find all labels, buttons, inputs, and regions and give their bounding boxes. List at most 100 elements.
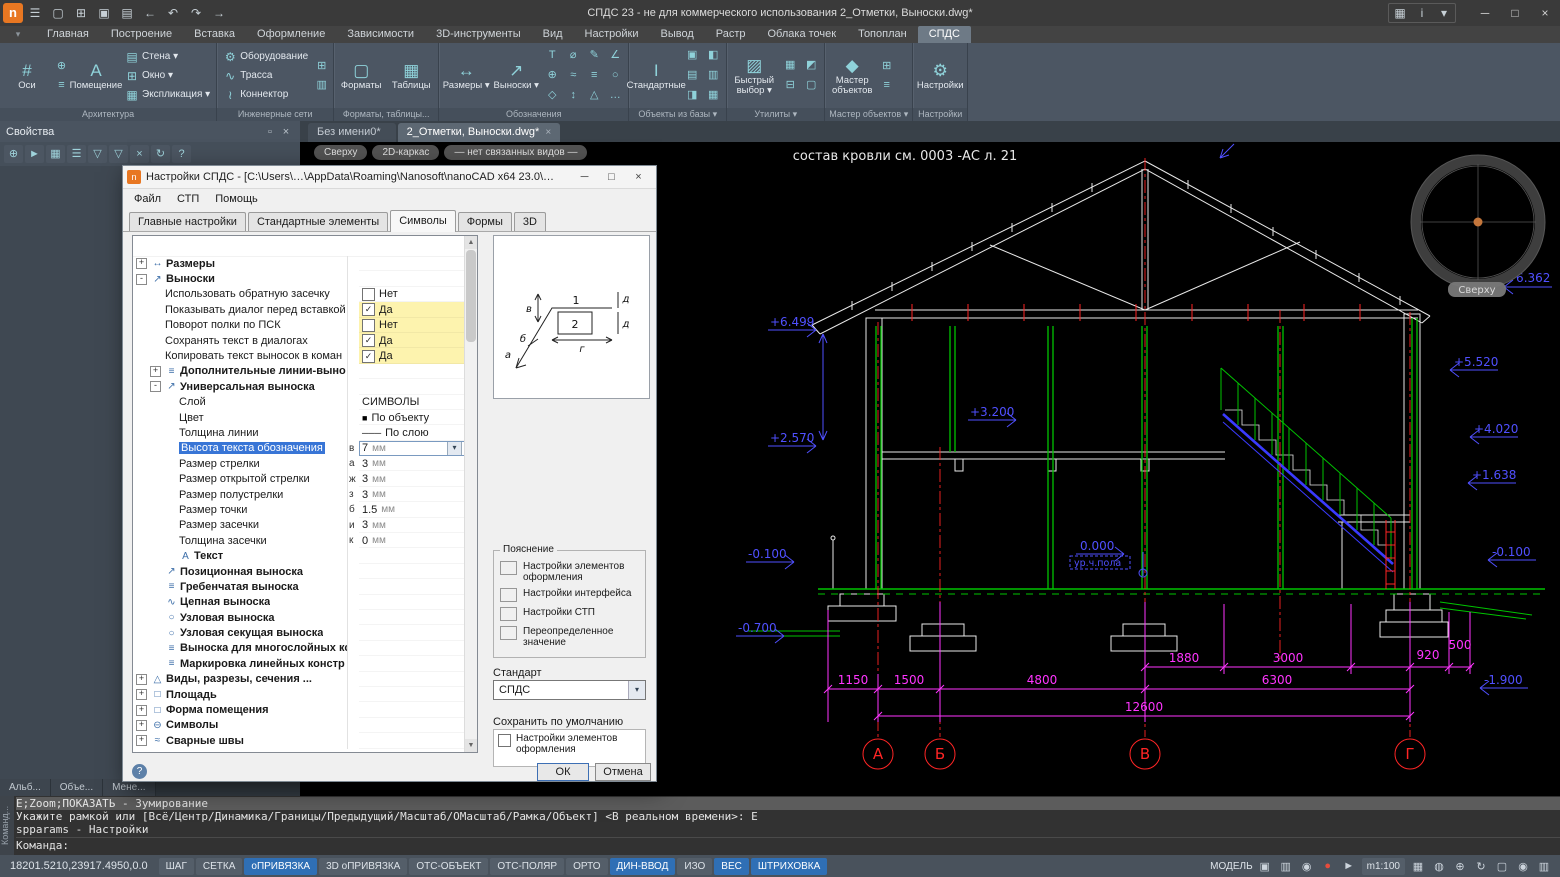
status-toggle-button[interactable]: ОТС-ОБЪЕКТ bbox=[409, 858, 488, 875]
command-line-panel[interactable]: Команд... Е;Zoom;ПОКАЗАТЬ - ЗумированиеУ… bbox=[0, 796, 1560, 855]
status-icon[interactable]: ▢ bbox=[1494, 860, 1510, 873]
settings-row[interactable]: Размер открытой стрелки ж 3 мм ▾ bbox=[133, 471, 465, 486]
status-icon[interactable]: ↻ bbox=[1473, 860, 1489, 873]
titlebar-tool-icon[interactable]: ▾ bbox=[1433, 4, 1455, 22]
command-prompt[interactable]: Команда: bbox=[16, 837, 1560, 853]
annotation-tool-icon[interactable]: … bbox=[605, 86, 625, 105]
value-cell[interactable]: ▾ bbox=[359, 672, 465, 687]
arch-mini-icon[interactable]: ⊕ bbox=[53, 58, 70, 75]
value-cell[interactable]: ▾ bbox=[359, 564, 465, 579]
tree-scrollbar[interactable]: ▲ ▼ bbox=[464, 236, 477, 752]
leaders-button[interactable]: ↗ Выноски ▾ bbox=[492, 45, 540, 106]
value-cell[interactable]: ▾ bbox=[359, 625, 465, 640]
master-mini-icon[interactable]: ≡ bbox=[878, 77, 895, 94]
panel-close-icon[interactable]: × bbox=[278, 126, 294, 138]
ribbon-tab[interactable]: Настройки bbox=[574, 26, 650, 43]
close-button[interactable]: × bbox=[1530, 0, 1560, 26]
help-button[interactable]: ? bbox=[132, 764, 147, 779]
eng-stack-button[interactable]: ⚙ Оборудование bbox=[220, 48, 311, 66]
settings-row[interactable]: ○ Узловая выноска ▾ bbox=[133, 610, 465, 625]
settings-row[interactable]: Размер засечки и 3 мм ▾ bbox=[133, 518, 465, 533]
group-label[interactable]: Обозначения bbox=[439, 108, 628, 121]
ribbon-tab[interactable]: Вид bbox=[532, 26, 574, 43]
qat-icon[interactable]: ↷ bbox=[185, 3, 207, 23]
dialog-menu-item[interactable]: Файл bbox=[126, 193, 169, 205]
viewport-control-pill[interactable]: 2D-каркас bbox=[372, 145, 439, 160]
status-icon[interactable]: ◉ bbox=[1299, 860, 1315, 873]
scale-indicator[interactable]: m1:100 bbox=[1362, 858, 1405, 875]
scroll-thumb[interactable] bbox=[466, 250, 476, 342]
value-cell[interactable]: СИМВОЛЫ ▾ bbox=[359, 395, 465, 410]
viewport-control-pill[interactable]: — нет связанных видов — bbox=[444, 145, 587, 160]
qat-icon[interactable]: → bbox=[208, 3, 230, 23]
axes-button[interactable]: # Оси bbox=[3, 45, 51, 106]
properties-tool-icon[interactable]: ↻ bbox=[151, 145, 170, 163]
document-tab[interactable]: 2_Отметки, Выноски.dwg*× bbox=[398, 123, 561, 142]
value-cell[interactable]: Нет ▾ bbox=[359, 287, 465, 302]
ribbon-tab[interactable]: 3D-инструменты bbox=[425, 26, 532, 43]
expander-icon[interactable]: + bbox=[136, 735, 147, 746]
model-space-indicator[interactable]: МОДЕЛЬ ▣ bbox=[1210, 860, 1272, 873]
annotation-tool-icon[interactable]: ≈ bbox=[563, 66, 583, 85]
pin-icon[interactable]: ▫ bbox=[262, 126, 278, 138]
settings-row[interactable]: Копировать текст выносок в коман ✓ Да ▾ bbox=[133, 348, 465, 363]
status-icon[interactable]: ▥ bbox=[1278, 860, 1294, 873]
ok-button[interactable]: ОК bbox=[537, 763, 589, 781]
value-cell[interactable]: ▾ bbox=[359, 733, 465, 748]
annotation-tool-icon[interactable]: ✎ bbox=[584, 46, 604, 65]
settings-row[interactable]: + □ Площадь ▾ bbox=[133, 687, 465, 702]
arch-mini-icon[interactable]: ≡ bbox=[53, 77, 70, 94]
settings-row[interactable]: + ↔ Размеры ▾ bbox=[133, 256, 465, 271]
annotation-tool-icon[interactable]: ⊕ bbox=[542, 66, 562, 85]
ribbon-tab[interactable]: Зависимости bbox=[336, 26, 425, 43]
ribbon-tab[interactable]: Облака точек bbox=[757, 26, 848, 43]
utility-icon[interactable]: ◩ bbox=[801, 56, 821, 75]
utility-icon[interactable]: ▢ bbox=[801, 76, 821, 95]
annotation-tool-icon[interactable]: Т bbox=[542, 46, 562, 65]
panel-tab[interactable]: Альб... bbox=[0, 779, 51, 796]
annotation-tool-icon[interactable]: ○ bbox=[605, 66, 625, 85]
ribbon-tab[interactable]: СПДС bbox=[918, 26, 971, 43]
formats-button[interactable]: ▢ Форматы bbox=[337, 45, 385, 106]
status-toggle-button[interactable]: СЕТКА bbox=[196, 858, 243, 875]
annotation-tool-icon[interactable]: ◇ bbox=[542, 86, 562, 105]
value-cell[interactable]: ▾ bbox=[359, 687, 465, 702]
qat-icon[interactable]: ▢ bbox=[47, 3, 69, 23]
properties-tool-icon[interactable]: ▦ bbox=[46, 145, 65, 163]
status-toggle-button[interactable]: ДИН-ВВОД bbox=[610, 858, 676, 875]
settings-row[interactable]: Сохранять текст в диалогах ✓ Да ▾ bbox=[133, 333, 465, 348]
dimensions-button[interactable]: ↔ Размеры ▾ bbox=[442, 45, 490, 106]
settings-row[interactable]: ↗ Позиционная выноска ▾ bbox=[133, 564, 465, 579]
status-toggle-button[interactable]: ОТС-ПОЛЯР bbox=[490, 858, 564, 875]
value-cell[interactable]: 3 мм ▾ bbox=[359, 471, 465, 486]
properties-tool-icon[interactable]: ? bbox=[172, 145, 191, 163]
ribbon-tab[interactable]: Топоплан bbox=[847, 26, 918, 43]
dialog-menu-item[interactable]: СТП bbox=[169, 193, 207, 205]
value-cell[interactable]: ▾ bbox=[359, 271, 465, 286]
status-toggle-button[interactable]: ОРТО bbox=[566, 858, 607, 875]
value-cell[interactable]: ✓ Да ▾ bbox=[359, 302, 465, 317]
nanocad-logo[interactable]: n bbox=[3, 3, 23, 23]
expander-icon[interactable]: + bbox=[136, 689, 147, 700]
properties-tool-icon[interactable]: ⊕ bbox=[4, 145, 23, 163]
annotation-tool-icon[interactable]: △ bbox=[584, 86, 604, 105]
settings-row[interactable]: Размер полустрелки з 3 мм ▾ bbox=[133, 487, 465, 502]
settings-row[interactable]: Размер стрелки а 3 мм ▾ bbox=[133, 456, 465, 471]
checkbox[interactable]: ✓ bbox=[362, 350, 375, 363]
document-tab[interactable]: Без имени0* bbox=[308, 123, 396, 142]
eng-mini-icon[interactable]: ▥ bbox=[313, 77, 330, 94]
status-icon[interactable]: ● bbox=[1320, 860, 1336, 872]
settings-row[interactable]: Слой СИМВОЛЫ ▾ bbox=[133, 395, 465, 410]
standard-select[interactable]: СПДС ▾ bbox=[493, 680, 646, 700]
expander-icon[interactable]: + bbox=[136, 720, 147, 731]
value-cell[interactable]: ▾ bbox=[359, 256, 465, 271]
properties-tool-icon[interactable]: ▽ bbox=[109, 145, 128, 163]
group-label[interactable]: Мастер объектов ▾ bbox=[825, 108, 912, 121]
checkbox[interactable] bbox=[362, 288, 375, 301]
base-object-icon[interactable]: ▤ bbox=[682, 66, 702, 85]
master-mini-icon[interactable]: ⊞ bbox=[878, 58, 895, 75]
value-cell[interactable]: ■ По объекту ▾ bbox=[359, 410, 465, 425]
arch-stack-button[interactable]: ⊞ Окно ▾ bbox=[122, 67, 213, 85]
value-cell[interactable]: ✓ Да ▾ bbox=[359, 348, 465, 363]
value-cell[interactable]: ▾ bbox=[359, 364, 465, 379]
